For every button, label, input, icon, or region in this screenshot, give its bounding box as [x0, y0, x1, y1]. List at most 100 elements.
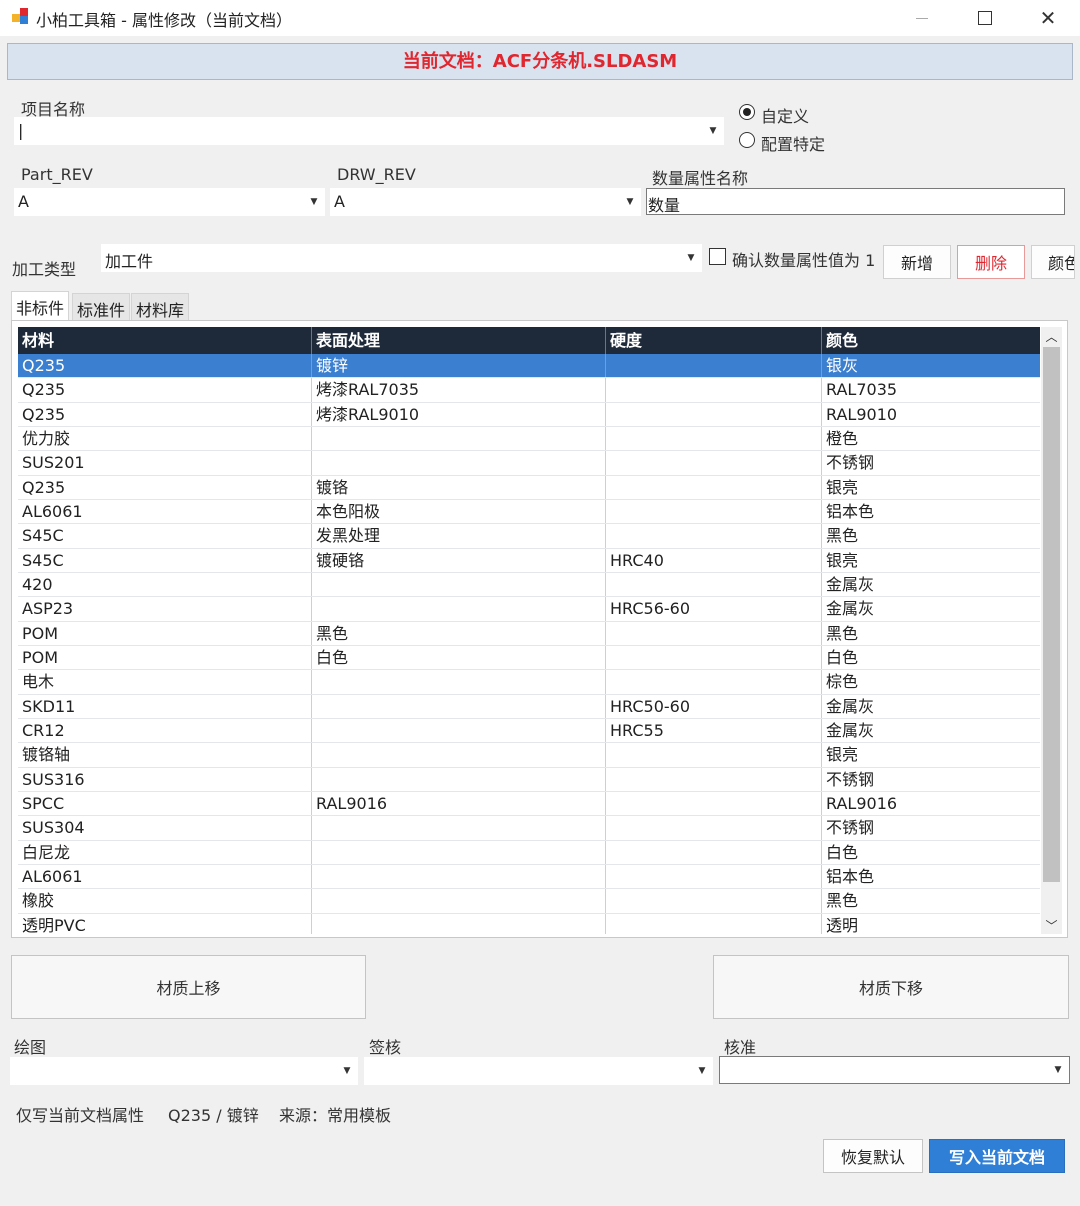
cell-hardness[interactable]	[606, 889, 822, 913]
table-row[interactable]: Q235 镀铬 银亮	[18, 475, 1040, 500]
cell-surface[interactable]: 本色阳极	[312, 499, 606, 524]
table-row[interactable]: 电木 棕色	[18, 670, 1040, 695]
cell-surface[interactable]	[312, 694, 606, 718]
chevron-down-icon[interactable]: ﹀	[1041, 916, 1062, 934]
cell-surface[interactable]	[312, 913, 606, 934]
cell-material[interactable]: Q235	[18, 402, 312, 426]
cell-color[interactable]: 白色	[822, 841, 1040, 864]
table-row[interactable]: POM 白色 白色	[18, 645, 1040, 671]
cell-hardness[interactable]	[606, 621, 822, 645]
cell-surface[interactable]	[312, 718, 606, 743]
cell-color[interactable]: 棕色	[822, 670, 1040, 693]
cell-hardness[interactable]	[606, 378, 822, 402]
chevron-down-icon[interactable]: ▼	[680, 244, 702, 272]
table-row[interactable]: S45C 镀硬铬 HRC40 银亮	[18, 548, 1040, 573]
cell-material[interactable]: SUS201	[18, 451, 312, 475]
header-surface[interactable]: 表面处理	[312, 327, 606, 354]
radio-custom[interactable]	[739, 104, 755, 120]
table-row[interactable]: CR12 HRC55 金属灰	[18, 718, 1040, 744]
add-button[interactable]: 新增	[883, 245, 951, 279]
cell-surface[interactable]	[312, 889, 606, 913]
table-row[interactable]: SUS316 不锈钢	[18, 767, 1040, 792]
chevron-up-icon[interactable]: ︿	[1041, 327, 1062, 345]
cell-color[interactable]: 黑色	[822, 889, 1040, 912]
cell-color[interactable]: 金属灰	[822, 695, 1040, 718]
chevron-down-icon[interactable]: ▼	[336, 1057, 358, 1085]
cell-color[interactable]: 铝本色	[822, 865, 1040, 888]
cell-color[interactable]: RAL9010	[822, 403, 1040, 426]
cell-color[interactable]: RAL9016	[822, 792, 1040, 815]
cell-material[interactable]: SKD11	[18, 694, 312, 718]
cell-material[interactable]: ASP23	[18, 597, 312, 621]
table-row[interactable]: 优力胶 橙色	[18, 426, 1040, 452]
cell-hardness[interactable]	[606, 499, 822, 524]
cell-material[interactable]: POM	[18, 621, 312, 645]
table-row[interactable]: 镀铬轴 银亮	[18, 743, 1040, 768]
cell-material[interactable]: 橡胶	[18, 889, 312, 913]
cell-surface[interactable]	[312, 451, 606, 475]
cell-hardness[interactable]	[606, 426, 822, 451]
cell-material[interactable]: SPCC	[18, 791, 312, 816]
cell-hardness[interactable]	[606, 864, 822, 889]
table-row[interactable]: SUS201 不锈钢	[18, 451, 1040, 476]
chevron-down-icon[interactable]: ▼	[702, 117, 724, 145]
chevron-down-icon[interactable]: ▼	[1047, 1057, 1069, 1083]
cell-color[interactable]: 不锈钢	[822, 451, 1040, 474]
table-row[interactable]: SPCC RAL9016 RAL9016	[18, 791, 1040, 817]
table-row[interactable]: S45C 发黑处理 黑色	[18, 524, 1040, 549]
cell-material[interactable]: 镀铬轴	[18, 743, 312, 767]
restore-default-button[interactable]: 恢复默认	[823, 1139, 923, 1173]
cell-hardness[interactable]: HRC40	[606, 548, 822, 572]
cell-hardness[interactable]	[606, 451, 822, 475]
cell-material[interactable]: S45C	[18, 524, 312, 548]
cell-material[interactable]: 白尼龙	[18, 840, 312, 864]
cell-color[interactable]: 铝本色	[822, 500, 1040, 523]
cell-surface[interactable]	[312, 864, 606, 889]
cell-color[interactable]: 黑色	[822, 622, 1040, 645]
cell-color[interactable]: 橙色	[822, 427, 1040, 450]
confirm-quantity-checkbox[interactable]	[709, 248, 726, 265]
cell-hardness[interactable]	[606, 354, 822, 378]
cell-material[interactable]: Q235	[18, 378, 312, 402]
cell-material[interactable]: Q235	[18, 475, 312, 499]
chevron-down-icon[interactable]: ▼	[691, 1057, 713, 1085]
cell-surface[interactable]	[312, 743, 606, 767]
maximize-icon[interactable]	[953, 0, 1017, 36]
cell-material[interactable]: 优力胶	[18, 426, 312, 451]
cell-color[interactable]: 银亮	[822, 743, 1040, 766]
table-row[interactable]: Q235 镀锌 银灰	[18, 354, 1040, 379]
process-type-combo[interactable]: 加工件 ▼	[101, 244, 702, 272]
cell-color[interactable]: 银亮	[822, 476, 1040, 499]
cell-surface[interactable]: 镀硬铬	[312, 548, 606, 572]
cell-surface[interactable]	[312, 670, 606, 694]
cell-color[interactable]: 金属灰	[822, 597, 1040, 620]
cell-hardness[interactable]	[606, 791, 822, 816]
cell-surface[interactable]: 发黑处理	[312, 524, 606, 548]
cell-color[interactable]: 金属灰	[822, 719, 1040, 742]
table-row[interactable]: SUS304 不锈钢	[18, 816, 1040, 841]
cell-hardness[interactable]	[606, 645, 822, 670]
table-row[interactable]: POM 黑色 黑色	[18, 621, 1040, 646]
table-row[interactable]: AL6061 本色阳极 铝本色	[18, 499, 1040, 525]
cell-surface[interactable]	[312, 597, 606, 621]
cell-color[interactable]: 不锈钢	[822, 816, 1040, 839]
cell-surface[interactable]: 白色	[312, 645, 606, 670]
cell-hardness[interactable]	[606, 475, 822, 499]
part-rev-combo[interactable]: A ▼	[14, 188, 325, 216]
cell-color[interactable]: 银亮	[822, 549, 1040, 572]
cell-surface[interactable]: 烤漆RAL9010	[312, 402, 606, 426]
approve-combo[interactable]: ▼	[719, 1056, 1070, 1084]
drw-rev-combo[interactable]: A ▼	[330, 188, 641, 216]
cell-surface[interactable]	[312, 767, 606, 791]
move-down-button[interactable]: 材质下移	[713, 955, 1069, 1019]
tab-non-standard[interactable]: 非标件	[11, 291, 70, 321]
scrollbar-thumb[interactable]	[1043, 347, 1060, 882]
cell-surface[interactable]	[312, 426, 606, 451]
cell-material[interactable]: AL6061	[18, 864, 312, 889]
cell-hardness[interactable]	[606, 840, 822, 864]
vertical-scrollbar[interactable]: ︿ ﹀	[1041, 327, 1062, 934]
delete-button[interactable]: 删除	[957, 245, 1025, 279]
header-material[interactable]: 材料	[18, 327, 312, 354]
header-hardness[interactable]: 硬度	[606, 327, 822, 354]
minimize-icon[interactable]	[890, 0, 954, 36]
